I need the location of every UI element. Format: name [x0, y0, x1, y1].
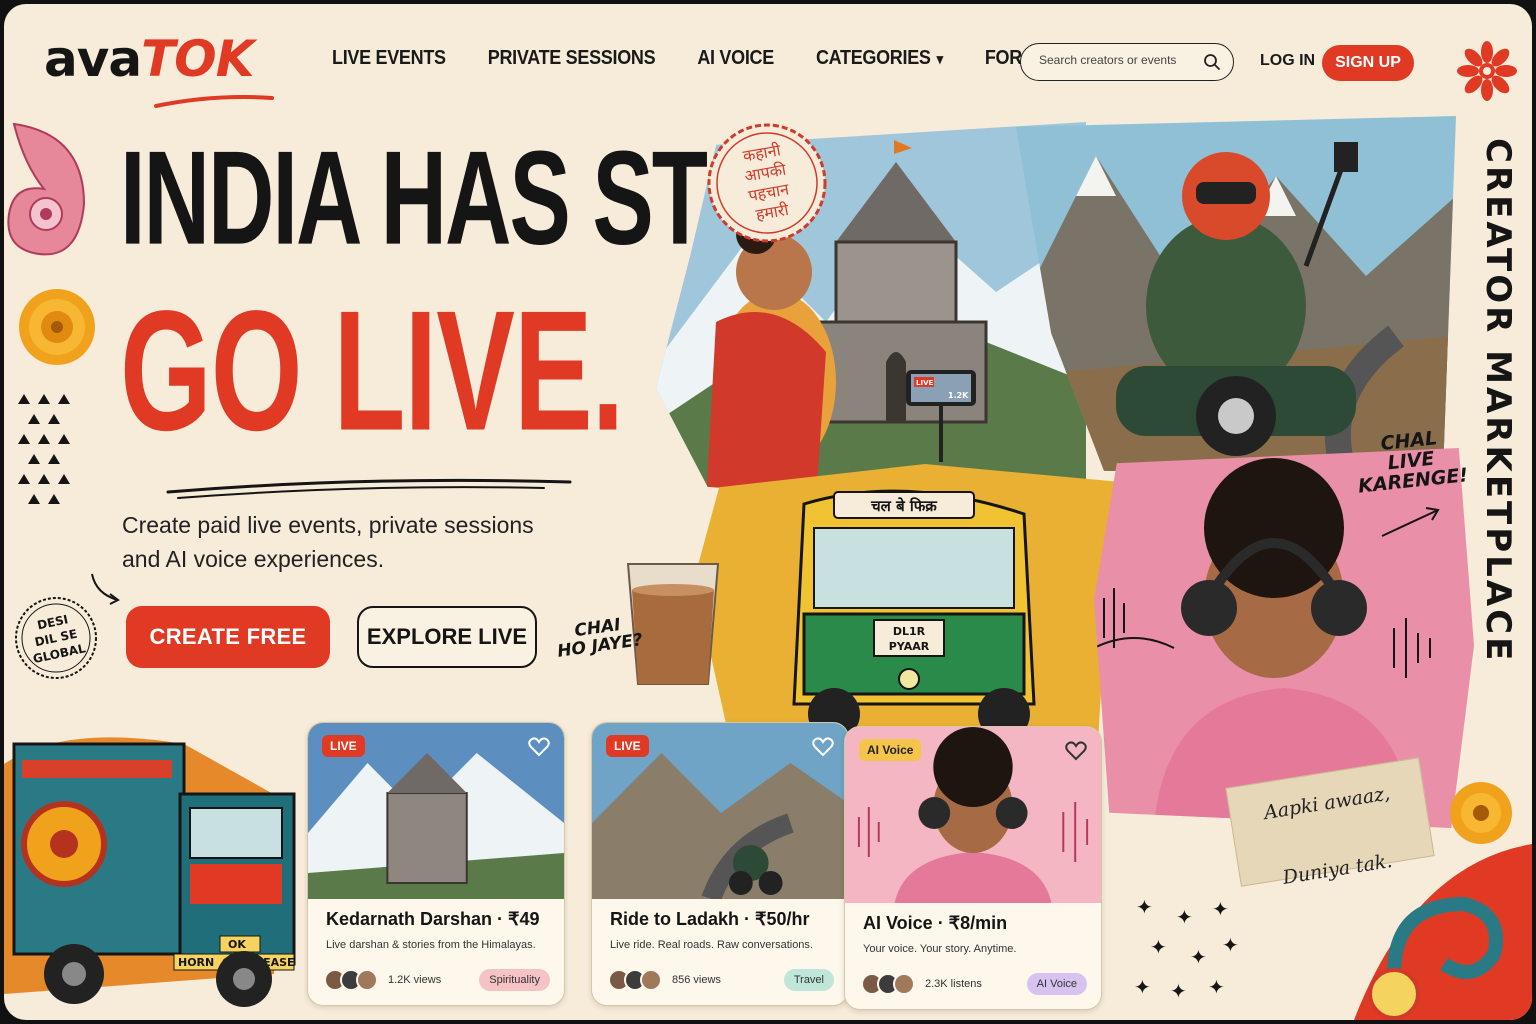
- chal-live-callout: CHAL LIVE KARENGE!: [1353, 426, 1469, 497]
- avatar-stack: [861, 973, 915, 995]
- event-card-ladakh[interactable]: LIVE Ride to Ladakh · ₹50/hr Live ride. …: [591, 722, 849, 1006]
- hero-subtitle: Create paid live events, private session…: [122, 512, 534, 572]
- heart-icon[interactable]: [812, 737, 834, 757]
- card-description: Live ride. Real roads. Raw conversations…: [610, 939, 813, 951]
- logo-text-ava: ava: [44, 30, 142, 88]
- avatar-stack: [324, 969, 378, 991]
- svg-text:✦: ✦: [1170, 979, 1187, 1003]
- create-free-button[interactable]: CREATE FREE: [126, 606, 330, 668]
- logo-text-tok: TOK: [141, 30, 254, 88]
- logo[interactable]: avaTOK: [44, 34, 254, 84]
- svg-text:✦: ✦: [1222, 933, 1239, 957]
- desi-dil-se-stamp: DESI DIL SE GLOBAL: [15, 597, 97, 679]
- svg-text:✦: ✦: [1176, 905, 1193, 929]
- hero-headline-accent: GO LIVE.: [120, 275, 624, 468]
- svg-text:✦: ✦: [1136, 895, 1153, 919]
- ai-voice-badge: AI Voice: [859, 739, 922, 761]
- avatar: [356, 969, 378, 991]
- paisley-corner-decor: [1354, 844, 1532, 1020]
- truck-illustration: OK HORN OK PLEASE: [4, 737, 296, 1007]
- card-listens: 2.3K listens: [925, 978, 982, 990]
- paisley-icon: [7, 122, 86, 256]
- signup-button[interactable]: SIGN UP: [1322, 45, 1414, 81]
- category-tag[interactable]: Travel: [783, 969, 834, 991]
- search-input[interactable]: [1039, 53, 1199, 67]
- svg-text:✦: ✦: [1150, 935, 1167, 959]
- side-label: CREATOR MARKETPLACE: [1476, 138, 1518, 708]
- auto-plate-line-2: PYAAR: [889, 640, 930, 653]
- nav-private-sessions[interactable]: PRIVATE SESSIONS: [488, 45, 656, 69]
- flower-icon: [1457, 41, 1517, 101]
- card-description: Your voice. Your story. Anytime.: [863, 943, 1017, 955]
- nav-categories[interactable]: CATEGORIES ▾: [816, 45, 943, 69]
- sparkle-pattern-icon: ✦ ✦ ✦ ✦ ✦ ✦ ✦ ✦ ✦: [1134, 895, 1239, 1003]
- auto-sign-text: चल बे फिक्र: [870, 497, 938, 515]
- nav-categories-label: CATEGORIES: [815, 45, 931, 69]
- svg-text:✦: ✦: [1134, 975, 1151, 999]
- card-title: AI Voice · ₹8/min: [863, 913, 1008, 933]
- marigold-icon: [1450, 782, 1512, 844]
- category-tag[interactable]: Spirituality: [479, 969, 550, 991]
- brush-underline-icon: [166, 478, 572, 499]
- page: avaTOK LIVE EVENTS PRIVATE SESSIONS AI V…: [4, 4, 1532, 1020]
- nav-live-events[interactable]: LIVE EVENTS: [332, 45, 446, 69]
- heart-icon[interactable]: [528, 737, 550, 757]
- nav-ai-voice[interactable]: AI VOICE: [697, 45, 774, 69]
- arrow-doodle-icon: [1381, 507, 1440, 537]
- card-title: Kedarnath Darshan · ₹49: [326, 909, 540, 929]
- triangle-pattern-icon: [18, 394, 70, 504]
- card-views: 856 views: [672, 974, 721, 986]
- svg-text:✦: ✦: [1190, 945, 1207, 969]
- avatar-stack: [608, 969, 662, 991]
- auto-plate-line-1: DL1R: [893, 625, 926, 638]
- category-tag[interactable]: AI Voice: [1026, 973, 1087, 995]
- avatar: [640, 969, 662, 991]
- event-card-kedarnath[interactable]: LIVE Kedarnath Darshan · ₹49 Live darsha…: [307, 722, 565, 1006]
- live-badge: LIVE: [606, 735, 649, 757]
- card-description: Live darshan & stories from the Himalaya…: [326, 939, 536, 951]
- logo-swoosh-icon: [154, 95, 274, 108]
- explore-live-button[interactable]: EXPLORE LIVE: [357, 606, 537, 668]
- event-card-ai-voice[interactable]: AI Voice AI Voice · ₹8/min Your voice. Y…: [844, 726, 1102, 1010]
- hindi-stamp: कहानी आपकी पहचान हमारी: [707, 123, 827, 243]
- heart-icon[interactable]: [1065, 741, 1087, 761]
- svg-text:✦: ✦: [1208, 975, 1225, 999]
- chevron-down-icon: ▾: [936, 50, 944, 68]
- tape-line-1: Aapki awaaz,: [1262, 782, 1392, 825]
- auto-rickshaw-illustration: चल बे फिक्र DL1R PYAAR: [694, 464, 1114, 754]
- card-views: 1.2K views: [388, 974, 442, 986]
- card-title: Ride to Ladakh · ₹50/hr: [610, 909, 810, 929]
- search-box: [1020, 43, 1234, 81]
- search-icon[interactable]: [1203, 53, 1221, 71]
- creator-marketplace-text: CREATOR MARKETPLACE: [1478, 138, 1518, 664]
- login-link[interactable]: LOG IN: [1260, 52, 1315, 70]
- phone-viewer-count: 1.2K: [948, 391, 969, 400]
- avatar: [893, 973, 915, 995]
- truck-text-horn: HORN: [178, 956, 214, 969]
- live-badge: LIVE: [322, 735, 365, 757]
- marigold-icon: [19, 289, 95, 365]
- svg-text:✦: ✦: [1212, 897, 1229, 921]
- truck-text-ok: OK: [228, 938, 246, 951]
- phone-live-badge: LIVE: [916, 379, 933, 387]
- main-nav: LIVE EVENTS PRIVATE SESSIONS AI VOICE CA…: [332, 45, 1124, 69]
